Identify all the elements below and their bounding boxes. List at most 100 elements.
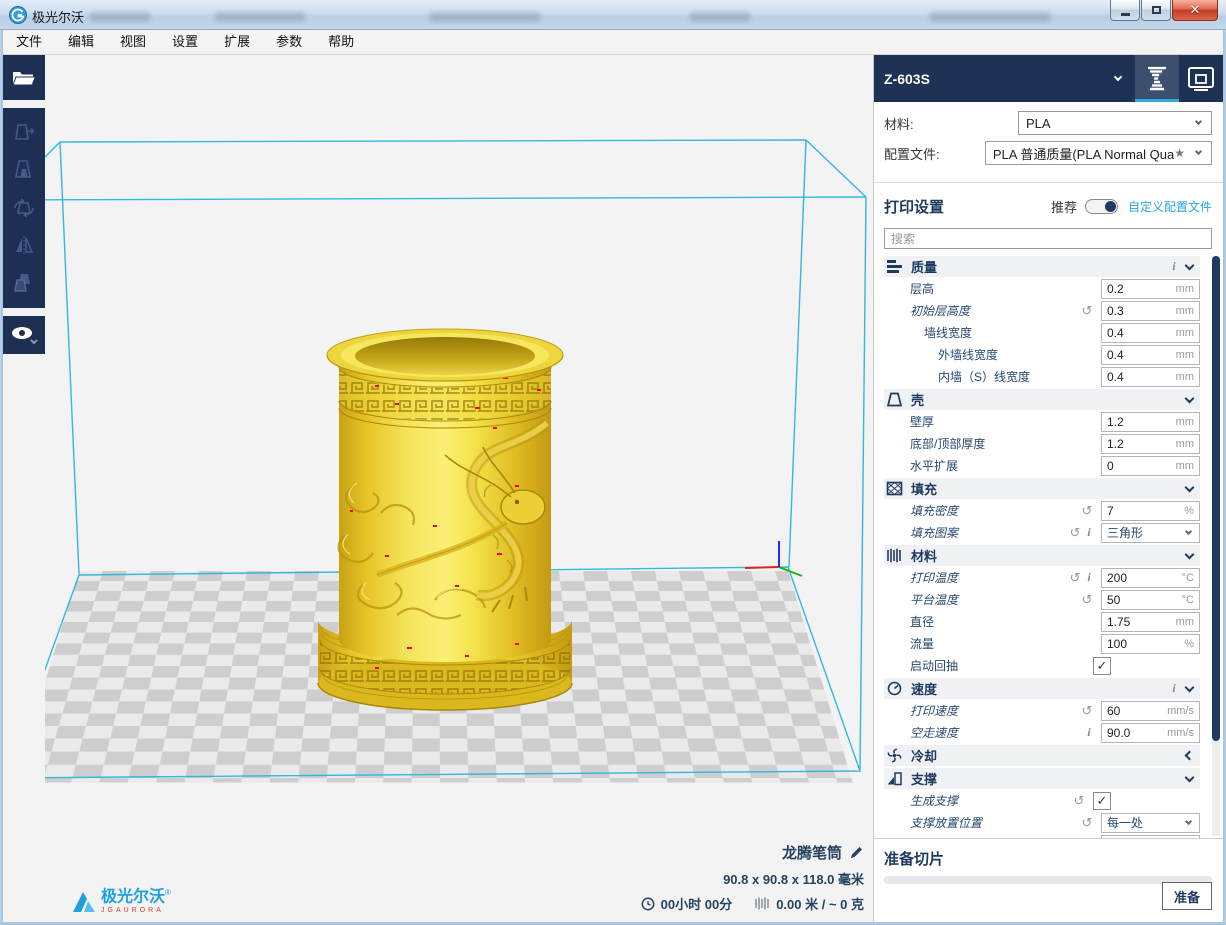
value-field[interactable]: 1.2 mm (1101, 412, 1200, 432)
value-field[interactable]: 0.4 mm (1101, 323, 1200, 343)
checkbox-checked[interactable]: ✓ (1093, 657, 1111, 675)
reset-icon[interactable]: ↺ (1067, 525, 1083, 541)
minimize-button[interactable] (1110, 0, 1140, 21)
reset-icon[interactable]: ↺ (1079, 815, 1095, 831)
value-field[interactable]: 0.4 mm (1101, 367, 1200, 387)
maximize-button[interactable] (1141, 0, 1171, 21)
chevron-down-icon (1185, 528, 1192, 535)
dropdown-field[interactable]: 三角形 (1101, 523, 1200, 543)
info-icon[interactable]: i (1168, 681, 1180, 696)
brand-name-cn: 极光尔沃 (101, 888, 165, 905)
infill-icon (886, 481, 903, 496)
collapsed-chevron-icon[interactable] (1185, 751, 1195, 761)
scrollbar-thumb[interactable] (1212, 256, 1220, 741)
collapse-chevron-icon[interactable] (1185, 549, 1195, 559)
section-shell[interactable]: 壳 (884, 389, 1200, 410)
settings-scrollbar[interactable] (1212, 256, 1220, 836)
menu-edit[interactable]: 编辑 (55, 30, 107, 54)
prepare-button[interactable]: 准备 (1162, 882, 1212, 910)
menu-settings[interactable]: 设置 (159, 30, 211, 54)
mirror-tool-button[interactable] (9, 231, 39, 261)
brand-reg-mark: ® (165, 888, 171, 897)
per-model-settings-icon (11, 270, 37, 296)
reset-icon[interactable]: ↺ (1079, 303, 1095, 319)
reset-icon[interactable]: ↺ (1079, 503, 1095, 519)
viewport-3d[interactable]: 龙腾笔筒 90.8 x 90.8 x 118.0 毫米 00小时 00分 (45, 55, 873, 922)
info-icon[interactable]: i (1168, 259, 1180, 274)
reset-icon[interactable]: ↺ (1067, 570, 1083, 586)
reset-icon[interactable]: ↺ (1079, 592, 1095, 608)
profile-dropdown[interactable]: PLA 普通质量(PLA Normal Qua ★ (985, 141, 1212, 165)
section-quality[interactable]: 质量 i (884, 256, 1200, 277)
search-input[interactable] (885, 232, 1211, 246)
section-infill[interactable]: 填充 (884, 478, 1200, 499)
open-file-button[interactable] (9, 63, 39, 93)
rotate-tool-button[interactable] (9, 193, 39, 223)
value-field[interactable]: 60 mm/s (1101, 701, 1200, 721)
setting-row: 打印速度 ↺ 60 mm/s (884, 700, 1200, 721)
custom-profile-link[interactable]: 自定义配置文件 (1128, 198, 1212, 215)
reset-icon[interactable]: ↺ (1079, 703, 1095, 719)
toggle-knob (1105, 201, 1116, 212)
collapse-chevron-icon[interactable] (1185, 260, 1195, 270)
value-field[interactable]: 1.75 mm (1101, 612, 1200, 632)
print-time-icon (641, 897, 655, 911)
value-field[interactable]: 200 °C (1101, 568, 1200, 588)
close-button[interactable]: ✕ (1172, 0, 1218, 21)
dropdown-field[interactable]: 每一处 (1101, 813, 1200, 833)
menu-parameters[interactable]: 参数 (263, 30, 315, 54)
scale-tool-button[interactable] (9, 155, 39, 185)
recommended-custom-toggle[interactable] (1085, 199, 1118, 214)
value-field[interactable]: 50 °C (1101, 590, 1200, 610)
print-time: 00小时 00分 (661, 894, 733, 913)
model-dragon-pen-holder[interactable] (318, 329, 572, 710)
move-icon (11, 120, 37, 146)
menu-view[interactable]: 视图 (107, 30, 159, 54)
tab-monitor[interactable] (1179, 55, 1223, 102)
profile-value: PLA 普通质量(PLA Normal Qua (993, 144, 1174, 163)
section-material[interactable]: 材料 (884, 545, 1200, 566)
value-field[interactable]: 0.4 mm (1101, 345, 1200, 365)
scene-overlay (45, 55, 873, 922)
chevron-down-icon (1195, 148, 1202, 155)
info-icon[interactable]: i (1083, 570, 1095, 585)
per-model-settings-button[interactable] (9, 268, 39, 298)
value-field[interactable]: 100 % (1101, 634, 1200, 654)
brand-logo: 极光尔沃® JGAURORA (71, 888, 171, 914)
setting-row: 外墙线宽度 0.4 mm (884, 344, 1200, 365)
reset-icon[interactable]: ↺ (1071, 793, 1087, 809)
material-icon (886, 548, 903, 563)
info-icon[interactable]: i (1083, 525, 1095, 540)
value-field[interactable]: 7 % (1101, 501, 1200, 521)
tab-slice-settings[interactable] (1135, 55, 1179, 102)
setting-row: 启动回抽 ✓ (884, 655, 1200, 676)
brand-logo-icon (71, 888, 97, 914)
section-cooling[interactable]: 冷却 (884, 745, 1200, 766)
checkbox-checked[interactable]: ✓ (1093, 792, 1111, 810)
menu-extensions[interactable]: 扩展 (211, 30, 263, 54)
section-support[interactable]: 支撑 (884, 768, 1200, 789)
menu-help[interactable]: 帮助 (315, 30, 367, 54)
material-dropdown[interactable]: PLA (1018, 111, 1212, 135)
collapse-chevron-icon[interactable] (1185, 772, 1195, 782)
value-field[interactable]: 0 mm (1101, 456, 1200, 476)
section-speed[interactable]: 速度 i (884, 678, 1200, 699)
titlebar-artifact (930, 12, 1050, 22)
value-field[interactable]: 90.0 mm/s (1101, 723, 1200, 743)
material-value: PLA (1026, 116, 1190, 131)
view-mode-button[interactable] (9, 320, 39, 350)
move-tool-button[interactable] (9, 118, 39, 148)
rename-pencil-icon[interactable] (849, 845, 864, 860)
collapse-chevron-icon[interactable] (1185, 393, 1195, 403)
printer-dropdown-chevron-icon[interactable] (1114, 73, 1122, 81)
collapse-chevron-icon[interactable] (1185, 682, 1195, 692)
menu-file[interactable]: 文件 (3, 30, 55, 54)
collapse-chevron-icon[interactable] (1185, 482, 1195, 492)
settings-panel: Z-603S 材料: (873, 55, 1223, 922)
value-field[interactable]: 0.2 mm (1101, 279, 1200, 299)
info-icon[interactable]: i (1083, 725, 1095, 740)
value-field[interactable]: 0.3 mm (1101, 301, 1200, 321)
value-field[interactable]: 1.2 mm (1101, 434, 1200, 454)
speed-icon (886, 681, 903, 696)
rotate-icon (11, 195, 37, 221)
